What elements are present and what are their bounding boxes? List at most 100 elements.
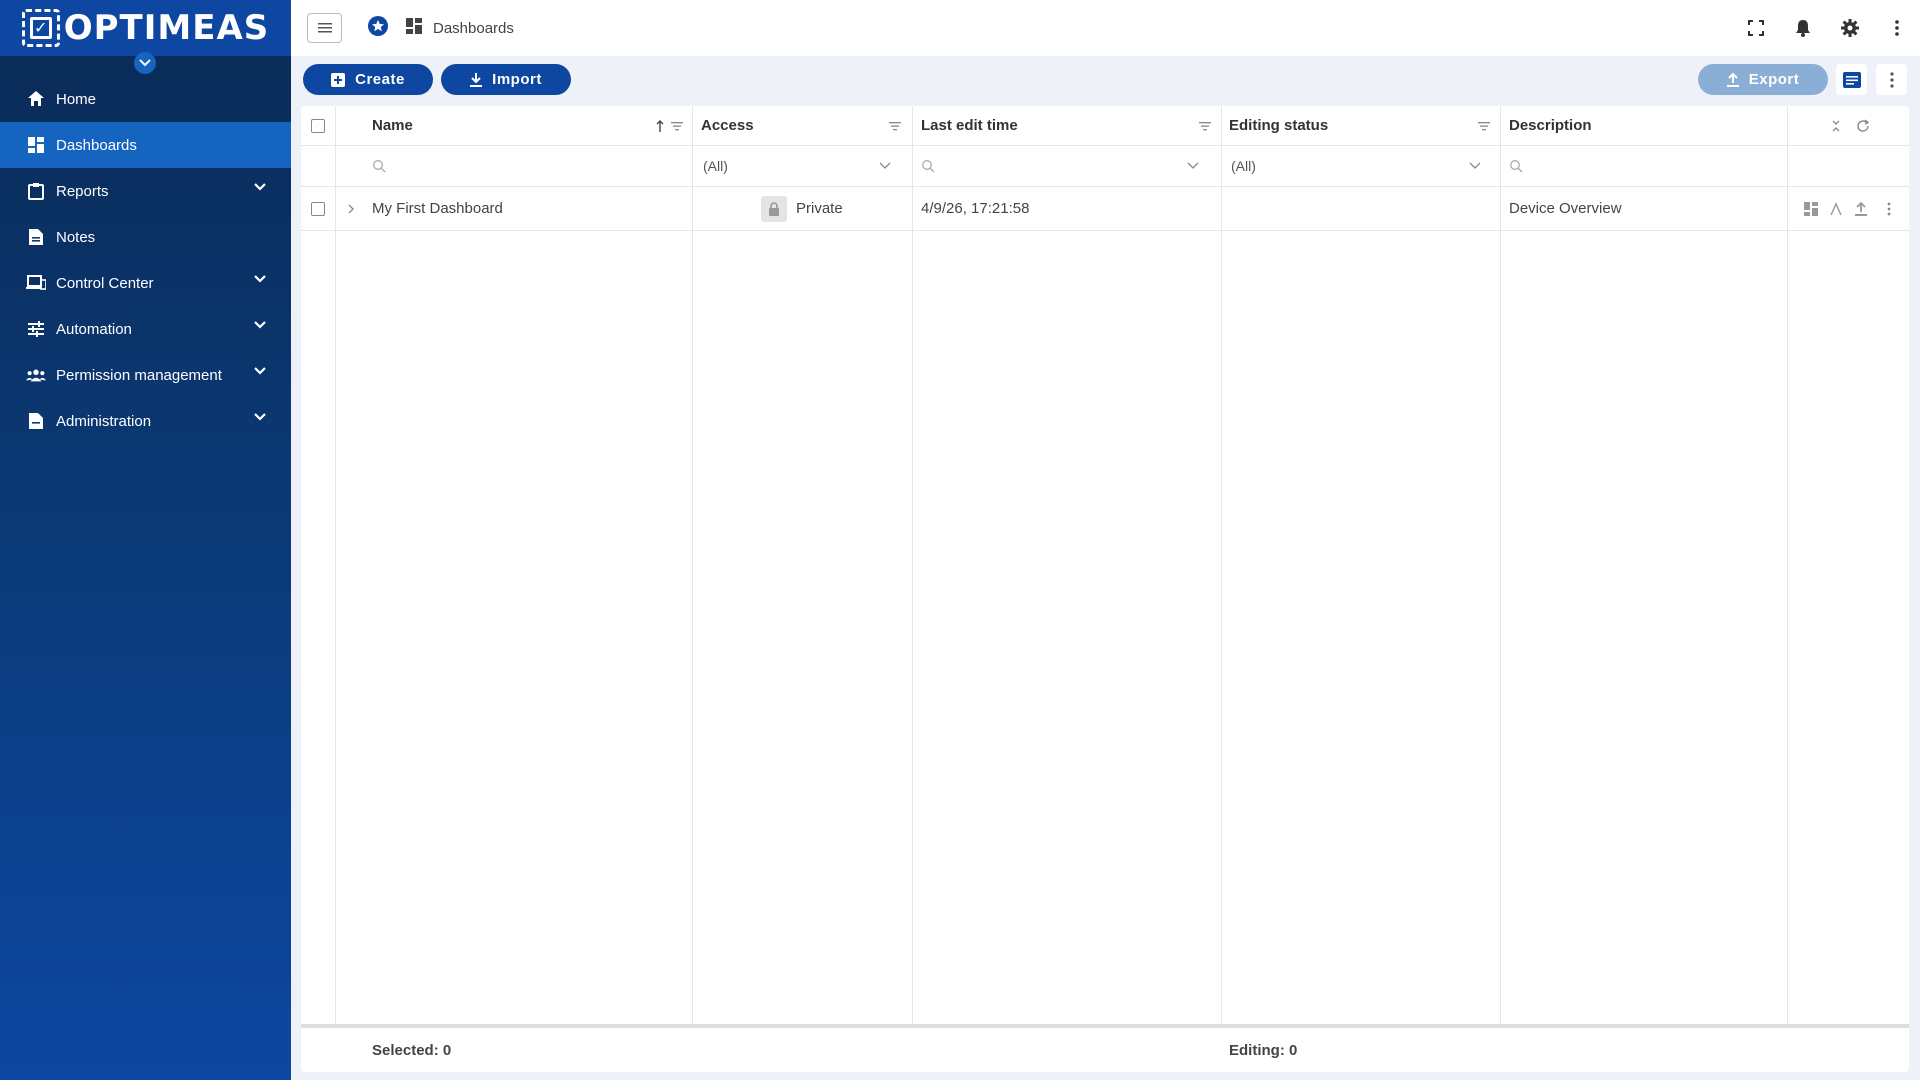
name-filter-search[interactable] <box>372 146 386 186</box>
toolbar-more-button[interactable] <box>1876 64 1907 95</box>
search-icon <box>373 160 386 173</box>
sidebar-item-control-center[interactable]: Control Center <box>0 260 291 306</box>
dashboard-icon <box>26 135 46 155</box>
chevron-down-icon <box>254 367 266 375</box>
description-filter-search[interactable] <box>1509 146 1523 186</box>
sidebar-item-label: Control Center <box>56 274 154 292</box>
clipboard-icon <box>26 181 46 201</box>
search-icon <box>1510 160 1523 173</box>
last-edit-time-filter[interactable] <box>921 146 1211 186</box>
chevron-down-icon <box>254 183 266 191</box>
sidebar-item-dashboards[interactable]: Dashboards <box>0 122 291 168</box>
upload-icon <box>1726 72 1739 87</box>
add-box-icon <box>331 72 346 87</box>
table-header: Name Access Last edit time Editing statu… <box>301 106 1909 146</box>
download-icon <box>470 72 483 87</box>
gear-icon[interactable] <box>1826 18 1873 38</box>
table-row[interactable]: My First Dashboard Private 4/9/26, 17:21… <box>301 187 1909 231</box>
column-divider <box>1221 106 1222 1024</box>
hamburger-icon <box>317 23 332 33</box>
sidebar-item-reports[interactable]: Reports <box>0 168 291 214</box>
sidebar-item-label: Administration <box>56 412 152 430</box>
chevron-down-icon <box>1469 162 1481 169</box>
breadcrumb[interactable]: Dashboards <box>433 20 514 37</box>
row-access-label: Private <box>796 200 843 217</box>
column-divider <box>1787 106 1788 1024</box>
chip-logo-icon: ✓ <box>21 9 60 47</box>
chevron-down-icon <box>879 162 891 169</box>
menu-toggle-button[interactable] <box>307 13 342 43</box>
collapse-logo-button[interactable] <box>134 52 156 74</box>
row-checkbox[interactable] <box>311 187 325 230</box>
sidebar-item-administration[interactable]: Administration <box>0 398 291 444</box>
column-divider <box>335 106 336 1024</box>
editing-status-filter-select[interactable]: (All) <box>1231 146 1493 186</box>
selected-count: Selected: 0 <box>372 1041 452 1059</box>
export-button-label: Export <box>1748 71 1800 88</box>
editing-count: Editing: 0 <box>1229 1041 1298 1059</box>
open-dashboard-icon[interactable] <box>1804 187 1818 230</box>
topbar: Dashboards <box>291 0 1920 56</box>
sidebar-item-home[interactable]: Home <box>0 76 291 122</box>
import-button[interactable]: Import <box>441 64 571 95</box>
create-button[interactable]: Create <box>303 64 433 95</box>
collapse-all-icon[interactable] <box>1831 106 1841 145</box>
chevron-down-icon <box>1187 162 1199 169</box>
document-icon <box>26 411 46 431</box>
sidebar-item-permission-management[interactable]: Permission management <box>0 352 291 398</box>
sort-ascending-icon[interactable] <box>656 106 664 145</box>
bell-icon[interactable] <box>1779 19 1826 37</box>
dashboards-table: Name Access Last edit time Editing statu… <box>301 106 1909 1072</box>
column-header-description[interactable]: Description <box>1509 106 1592 145</box>
sidebar-item-notes[interactable]: Notes <box>0 214 291 260</box>
sidebar: ✓ OPTIMEAS Home Dashboards Reports Notes… <box>0 0 291 1080</box>
sidebar-nav: Home Dashboards Reports Notes Control Ce… <box>0 76 291 444</box>
search-icon <box>922 160 935 173</box>
upload-icon[interactable] <box>1855 187 1867 230</box>
sidebar-item-label: Dashboards <box>56 136 137 154</box>
editing-status-filter-value: (All) <box>1231 158 1256 174</box>
people-icon <box>26 365 46 385</box>
column-chooser-button[interactable] <box>1836 64 1867 95</box>
lock-icon <box>761 195 787 222</box>
filter-icon[interactable] <box>671 106 683 145</box>
sidebar-item-automation[interactable]: Automation <box>0 306 291 352</box>
more-vertical-icon[interactable] <box>1873 20 1920 36</box>
brand-name: OPTIMEAS <box>63 8 270 48</box>
filter-icon[interactable] <box>1478 106 1490 145</box>
row-description: Device Overview <box>1509 200 1622 217</box>
chevron-down-icon <box>254 275 266 283</box>
sliders-icon <box>26 319 46 339</box>
sidebar-item-label: Home <box>56 90 97 108</box>
column-header-editing-status[interactable]: Editing status <box>1229 106 1328 145</box>
export-button[interactable]: Export <box>1698 64 1828 95</box>
brand-logo[interactable]: ✓ OPTIMEAS <box>0 0 291 74</box>
filter-icon[interactable] <box>889 106 901 145</box>
favorite-star-icon[interactable] <box>367 15 389 42</box>
list-view-icon <box>1842 71 1861 88</box>
chevron-down-icon <box>139 59 151 67</box>
devices-icon <box>26 273 46 293</box>
column-divider <box>912 106 913 1024</box>
access-filter-select[interactable]: (All) <box>703 146 903 186</box>
row-name[interactable]: My First Dashboard <box>372 187 503 230</box>
select-all-checkbox[interactable] <box>311 106 325 145</box>
filter-icon[interactable] <box>1199 106 1211 145</box>
import-button-label: Import <box>492 71 542 88</box>
column-header-access[interactable]: Access <box>701 106 754 145</box>
create-button-label: Create <box>355 71 405 88</box>
table-footer: Selected: 0 Editing: 0 <box>301 1024 1909 1072</box>
column-header-name[interactable]: Name <box>372 106 413 145</box>
fullscreen-icon[interactable] <box>1732 20 1779 36</box>
column-header-last-edit-time[interactable]: Last edit time <box>921 106 1018 145</box>
row-more-icon[interactable] <box>1887 187 1891 230</box>
row-last-edit-time: 4/9/26, 17:21:58 <box>921 200 1030 217</box>
edit-icon[interactable] <box>1830 187 1842 230</box>
sidebar-item-label: Reports <box>56 182 109 200</box>
refresh-icon[interactable] <box>1856 106 1870 145</box>
dashboard-icon <box>405 17 423 40</box>
access-filter-value: (All) <box>703 158 728 174</box>
filter-row: (All) (All) <box>301 146 1909 187</box>
more-vertical-icon <box>1889 71 1894 88</box>
expand-row-icon[interactable] <box>347 187 355 230</box>
